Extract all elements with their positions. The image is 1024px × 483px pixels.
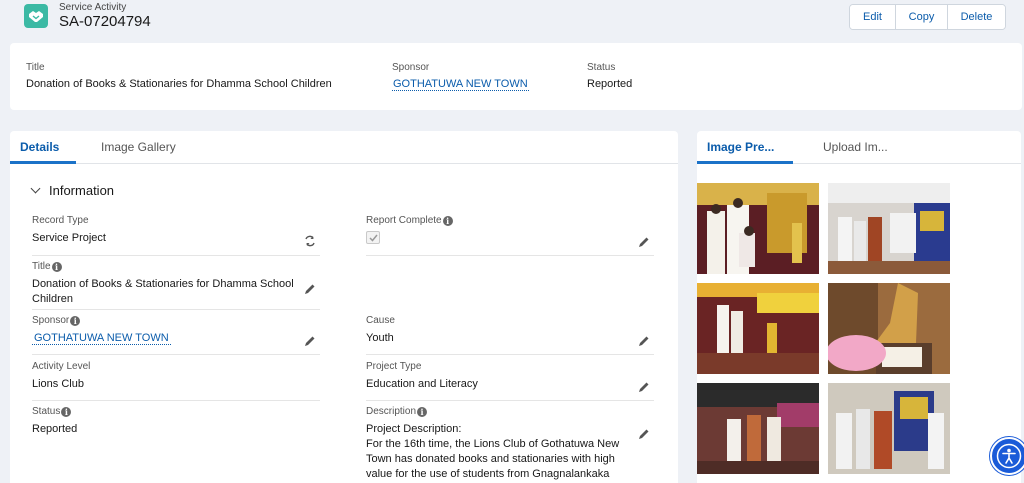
accessibility-button[interactable] — [990, 437, 1024, 475]
field-label-wrap: Description i — [366, 406, 654, 417]
field-label: Cause — [366, 315, 395, 326]
field-label: Sponsor — [32, 315, 70, 326]
field-value: Reported — [32, 423, 78, 435]
field-label-wrap: Report Complete i — [366, 215, 654, 226]
field-description: Description i Project Description: For th… — [366, 406, 654, 483]
pencil-icon[interactable] — [638, 381, 650, 393]
field-label: Record Type — [32, 215, 89, 226]
pencil-icon[interactable] — [638, 428, 650, 440]
checkmark-icon — [368, 234, 378, 242]
field-report-complete: Report Complete i — [366, 215, 654, 256]
tab-upload-image[interactable]: Upload Im... — [823, 140, 888, 154]
tab-image-preview[interactable]: Image Pre... — [707, 140, 774, 154]
field-activity-level: Activity Level Lions Club — [32, 361, 320, 401]
sponsor-link[interactable]: GOTHATUWA NEW TOWN — [32, 332, 171, 345]
delete-button[interactable]: Delete — [947, 5, 1005, 29]
field-record-type: Record Type Service Project — [32, 215, 320, 256]
image-preview-card: Image Pre... Upload Im... — [697, 131, 1021, 483]
main-tabs: Details Image Gallery — [10, 131, 678, 164]
pencil-icon[interactable] — [638, 335, 650, 347]
highlight-sponsor-label: Sponsor — [392, 62, 430, 73]
field-label-wrap: Title i — [32, 261, 320, 272]
highlights-panel: Title Donation of Books & Stationaries f… — [10, 43, 1022, 110]
tab-image-gallery[interactable]: Image Gallery — [101, 140, 176, 154]
record-actions: Edit Copy Delete — [849, 4, 1006, 30]
gallery-image[interactable] — [828, 283, 950, 374]
object-type-label: Service Activity — [59, 2, 127, 13]
copy-button[interactable]: Copy — [895, 5, 947, 29]
side-tabs: Image Pre... Upload Im... — [697, 131, 1021, 164]
highlight-status-label: Status — [587, 62, 616, 73]
info-icon[interactable]: i — [417, 406, 428, 417]
tab-details[interactable]: Details — [20, 140, 59, 154]
photo-stage-speaker — [697, 283, 819, 374]
photo-trophy — [828, 283, 950, 374]
field-value: Service Project — [32, 232, 106, 244]
report-complete-checkbox — [366, 231, 380, 244]
field-title: Title i Donation of Books & Stationaries … — [32, 261, 320, 310]
pencil-icon[interactable] — [304, 335, 316, 347]
details-card: Details Image Gallery Information Record… — [10, 131, 678, 483]
info-icon[interactable]: i — [70, 315, 81, 326]
highlight-status-value: Reported — [587, 78, 633, 90]
field-value: Donation of Books & Stationaries for Dha… — [32, 278, 294, 305]
field-label: Description — [366, 406, 417, 417]
field-status: Status i Reported — [32, 406, 320, 483]
record-header: Service Activity SA-07204794 Edit Copy D… — [0, 0, 1024, 38]
photo-ceremony-girls — [697, 183, 819, 274]
gallery-image[interactable] — [697, 183, 819, 274]
field-value: Project Description: For the 16th time, … — [366, 423, 620, 480]
field-value: Education and Literacy — [366, 378, 478, 390]
active-tab-indicator — [10, 161, 76, 164]
field-label-wrap: Status i — [32, 406, 320, 417]
field-label: Project Type — [366, 361, 422, 372]
highlight-title: Title Donation of Books & Stationaries f… — [26, 62, 332, 90]
field-value-wrap: GOTHATUWA NEW TOWN — [32, 331, 320, 346]
section-title: Information — [49, 183, 115, 198]
handshake-icon — [24, 4, 48, 28]
change-record-type-icon[interactable] — [304, 235, 316, 247]
field-label-wrap: Sponsor i — [32, 315, 320, 326]
highlight-sponsor: Sponsor GOTHATUWA NEW TOWN — [392, 62, 529, 91]
field-value: Lions Club — [32, 378, 84, 390]
field-cause: Cause Youth — [366, 315, 654, 355]
info-icon[interactable]: i — [51, 261, 62, 272]
pencil-icon[interactable] — [638, 236, 650, 248]
accessibility-icon — [996, 443, 1022, 469]
photo-hall-donation — [697, 383, 819, 474]
highlight-status: Status Reported — [587, 62, 632, 90]
highlight-title-value: Donation of Books & Stationaries for Dha… — [26, 78, 332, 90]
photo-banner-handover — [828, 183, 950, 274]
highlight-sponsor-wrap: GOTHATUWA NEW TOWN — [392, 78, 529, 91]
info-icon[interactable]: i — [442, 215, 453, 226]
photo-group-banner — [828, 383, 950, 474]
gallery-image[interactable] — [828, 183, 950, 274]
highlight-title-label: Title — [26, 62, 45, 73]
highlight-sponsor-link[interactable]: GOTHATUWA NEW TOWN — [392, 78, 529, 91]
record-name: SA-07204794 — [59, 13, 151, 30]
field-value: Youth — [366, 332, 394, 344]
edit-button[interactable]: Edit — [850, 5, 895, 29]
chevron-down-icon — [30, 183, 41, 194]
pencil-icon[interactable] — [304, 283, 316, 295]
field-label: Report Complete — [366, 215, 442, 226]
field-label: Activity Level — [32, 361, 91, 372]
active-tab-indicator — [697, 161, 793, 164]
info-icon[interactable]: i — [61, 406, 72, 417]
gallery-image[interactable] — [828, 383, 950, 474]
field-sponsor: Sponsor i GOTHATUWA NEW TOWN — [32, 315, 320, 355]
field-label: Status — [32, 406, 61, 417]
field-label: Title — [32, 261, 51, 272]
gallery-image[interactable] — [697, 283, 819, 374]
gallery-image[interactable] — [697, 383, 819, 474]
field-project-type: Project Type Education and Literacy — [366, 361, 654, 401]
information-section-toggle[interactable]: Information — [30, 183, 115, 198]
